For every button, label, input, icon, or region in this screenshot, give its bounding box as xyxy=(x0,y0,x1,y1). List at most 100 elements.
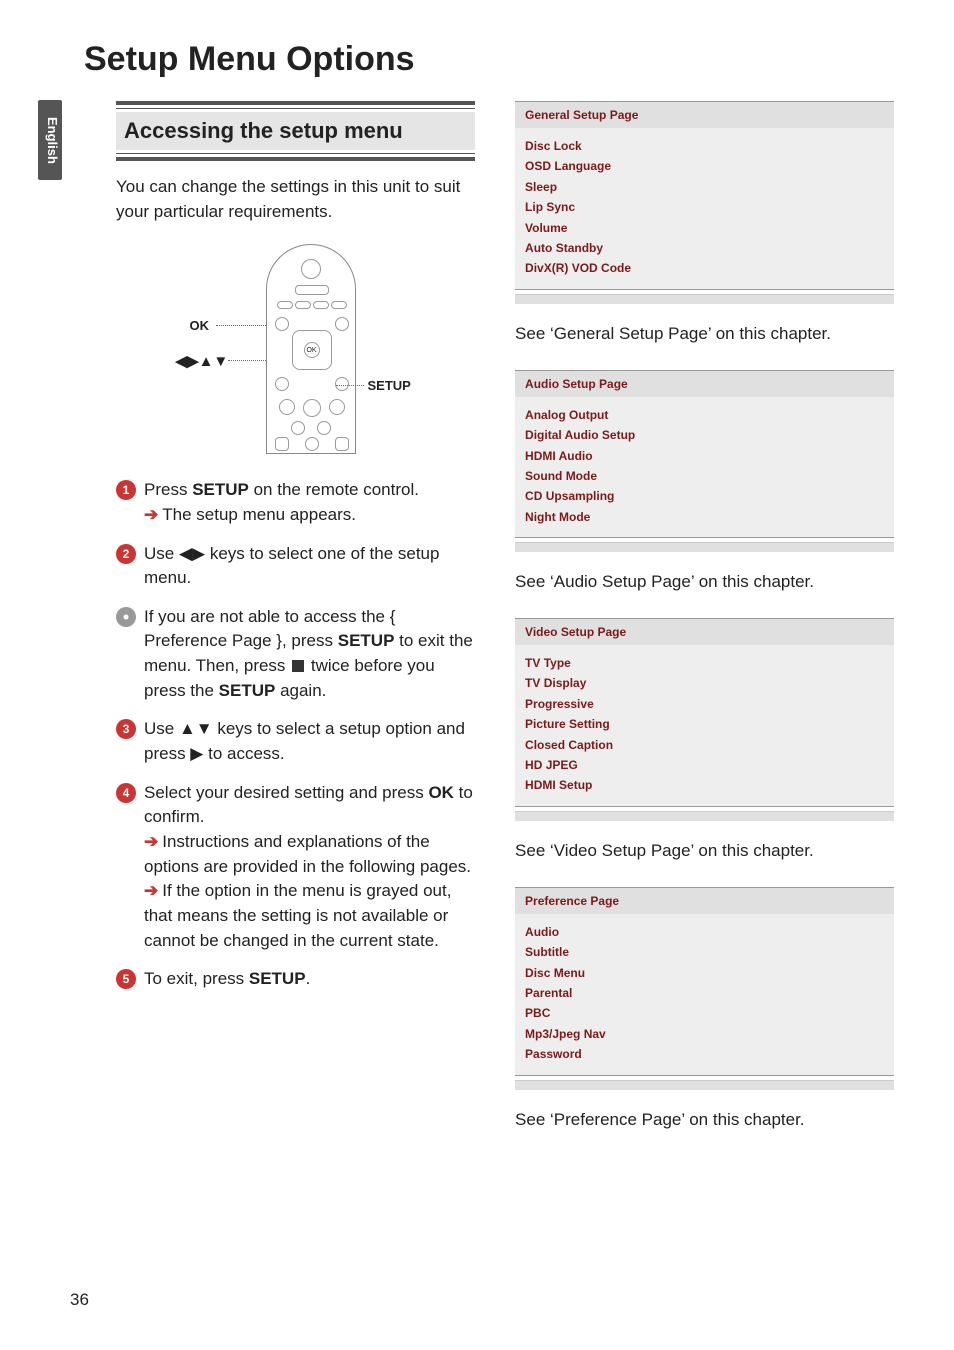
step-text: Select your desired setting and press xyxy=(144,783,428,802)
menu-item: PBC xyxy=(525,1003,884,1023)
menu-footer-bar xyxy=(515,294,894,304)
menu-item: Mp3/Jpeg Nav xyxy=(525,1024,884,1044)
menu-body: Audio Subtitle Disc Menu Parental PBC Mp… xyxy=(515,914,894,1075)
see-reference: See ‘Audio Setup Page’ on this chapter. xyxy=(515,572,894,592)
remote-control-diagram: OK OK ◀▶▲▼ SETUP xyxy=(176,244,416,454)
remote-ch-icon xyxy=(335,437,349,451)
see-reference: See ‘Preference Page’ on this chapter. xyxy=(515,1110,894,1130)
page-number: 36 xyxy=(70,1290,89,1310)
step-number-badge: 4 xyxy=(116,783,136,803)
step-text: Use ▲▼ keys to select a setup option and… xyxy=(144,719,465,763)
step-text: Press xyxy=(144,480,192,499)
menu-item: DivX(R) VOD Code xyxy=(525,258,884,278)
step-2: 2 Use ◀▶ keys to select one of the setup… xyxy=(116,542,475,591)
menu-screenshot: General Setup Page Disc Lock OSD Languag… xyxy=(515,101,894,290)
step-text-bold: SETUP xyxy=(338,631,395,650)
menu-item: OSD Language xyxy=(525,156,884,176)
menu-item: Parental xyxy=(525,983,884,1003)
step-sub-text: If the option in the menu is grayed out,… xyxy=(144,881,451,949)
menu-item: Sound Mode xyxy=(525,466,884,486)
menu-item: TV Display xyxy=(525,673,884,693)
rule xyxy=(116,157,475,161)
menu-block-general: General Setup Page Disc Lock OSD Languag… xyxy=(515,101,894,344)
menu-body: TV Type TV Display Progressive Picture S… xyxy=(515,645,894,806)
menu-footer-bar xyxy=(515,1080,894,1090)
remote-mute-icon xyxy=(305,437,319,451)
step-number-badge: 3 xyxy=(116,719,136,739)
menu-block-preference: Preference Page Audio Subtitle Disc Menu… xyxy=(515,887,894,1130)
menu-item: CD Upsampling xyxy=(525,486,884,506)
menu-item: Disc Lock xyxy=(525,136,884,156)
intro-paragraph: You can change the settings in this unit… xyxy=(116,175,475,224)
menu-item: Closed Caption xyxy=(525,735,884,755)
step-text: To exit, press xyxy=(144,969,249,988)
remote-play-pause-icon xyxy=(303,399,321,417)
arrow-icon: ➔ xyxy=(144,881,158,900)
remote-return-icon xyxy=(275,377,289,391)
menu-screenshot: Preference Page Audio Subtitle Disc Menu… xyxy=(515,887,894,1076)
diagram-label-ok: OK xyxy=(190,318,210,333)
step-1: 1 Press SETUP on the remote control. ➔Th… xyxy=(116,478,475,527)
menu-item: Password xyxy=(525,1044,884,1064)
stop-icon xyxy=(292,660,304,672)
rule xyxy=(116,108,475,109)
menu-item: TV Type xyxy=(525,653,884,673)
menu-item: Disc Menu xyxy=(525,963,884,983)
remote-outline: OK xyxy=(266,244,356,454)
rule xyxy=(116,101,475,105)
see-reference: See ‘Video Setup Page’ on this chapter. xyxy=(515,841,894,861)
section-heading: Accessing the setup menu xyxy=(116,112,475,150)
menu-body: Analog Output Digital Audio Setup HDMI A… xyxy=(515,397,894,537)
step-4: 4 Select your desired setting and press … xyxy=(116,781,475,953)
menu-item: Digital Audio Setup xyxy=(525,425,884,445)
menu-body: Disc Lock OSD Language Sleep Lip Sync Vo… xyxy=(515,128,894,289)
step-bullet: • If you are not able to access the { Pr… xyxy=(116,605,475,704)
remote-small-btn xyxy=(277,301,293,309)
menu-title: Video Setup Page xyxy=(515,619,894,645)
menu-block-video: Video Setup Page TV Type TV Display Prog… xyxy=(515,618,894,861)
step-text: . xyxy=(306,969,311,988)
remote-display-icon xyxy=(335,317,349,331)
leader-line xyxy=(336,385,364,386)
menu-title: Preference Page xyxy=(515,888,894,914)
menu-item: HD JPEG xyxy=(525,755,884,775)
step-number-badge: 5 xyxy=(116,969,136,989)
menu-item: Analog Output xyxy=(525,405,884,425)
diagram-label-setup: SETUP xyxy=(368,378,411,393)
step-3: 3 Use ▲▼ keys to select a setup option a… xyxy=(116,717,475,766)
menu-item: Sleep xyxy=(525,177,884,197)
page-title: Setup Menu Options xyxy=(84,40,894,79)
remote-stop-icon xyxy=(317,421,331,435)
remote-small-btn xyxy=(313,301,329,309)
rule xyxy=(116,153,475,154)
menu-item: HDMI Setup xyxy=(525,775,884,795)
remote-prev-icon xyxy=(279,399,295,415)
leader-line xyxy=(216,325,266,326)
menu-item: Volume xyxy=(525,218,884,238)
two-column-layout: Accessing the setup menu You can change … xyxy=(116,101,894,1156)
arrow-icon: ➔ xyxy=(144,832,158,851)
see-reference: See ‘General Setup Page’ on this chapter… xyxy=(515,324,894,344)
menu-footer-bar xyxy=(515,542,894,552)
step-sub: ➔If the option in the menu is grayed out… xyxy=(144,879,475,953)
step-sub: ➔The setup menu appears. xyxy=(144,503,475,528)
menu-screenshot: Audio Setup Page Analog Output Digital A… xyxy=(515,370,894,538)
menu-item: Subtitle xyxy=(525,942,884,962)
step-text-bold: OK xyxy=(428,783,454,802)
step-5: 5 To exit, press SETUP. xyxy=(116,967,475,992)
remote-small-btn xyxy=(331,301,347,309)
remote-ok-button: OK xyxy=(304,342,320,358)
step-text-bold: SETUP xyxy=(219,681,276,700)
step-text: Use ◀▶ keys to select one of the setup m… xyxy=(144,544,439,588)
step-sub: ➔Instructions and explanations of the op… xyxy=(144,830,475,879)
menu-item: Lip Sync xyxy=(525,197,884,217)
step-text: on the remote control. xyxy=(249,480,419,499)
step-text-bold: SETUP xyxy=(192,480,249,499)
step-sub-text: Instructions and explanations of the opt… xyxy=(144,832,471,876)
menu-block-audio: Audio Setup Page Analog Output Digital A… xyxy=(515,370,894,592)
step-number-badge: 2 xyxy=(116,544,136,564)
menu-title: General Setup Page xyxy=(515,102,894,128)
menu-footer-bar xyxy=(515,811,894,821)
remote-eject-icon xyxy=(295,285,329,295)
step-sub-text: The setup menu appears. xyxy=(162,505,356,524)
